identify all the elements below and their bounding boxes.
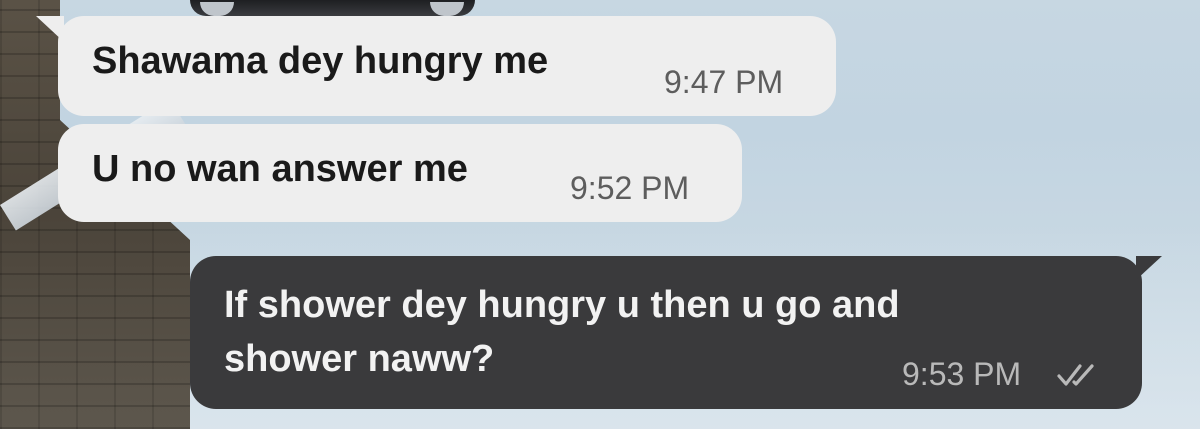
message-text-line-2: shower naww? [224,338,495,380]
wallpaper-car [190,0,475,16]
message-time: 9:53 PM [902,356,1022,392]
message-bubble-incoming[interactable]: U no wan answer me 9:52 PM [58,124,742,222]
message-text-line-1: If shower dey hungry u then u go and [224,284,900,326]
wallpaper-car-wheel [200,2,234,16]
message-bubble-incoming[interactable]: Shawama dey hungry me 9:47 PM [36,16,836,116]
message-time: 9:47 PM [664,64,784,100]
wallpaper-car-wheel [430,2,464,16]
bubble-tail [36,16,64,42]
message-time: 9:52 PM [570,170,690,206]
double-check-icon [1057,364,1094,386]
bubble-tail [1136,256,1162,280]
message-text: U no wan answer me [92,148,468,190]
message-bubble-outgoing[interactable]: If shower dey hungry u then u go and sho… [190,256,1162,409]
message-text: Shawama dey hungry me [92,40,549,82]
